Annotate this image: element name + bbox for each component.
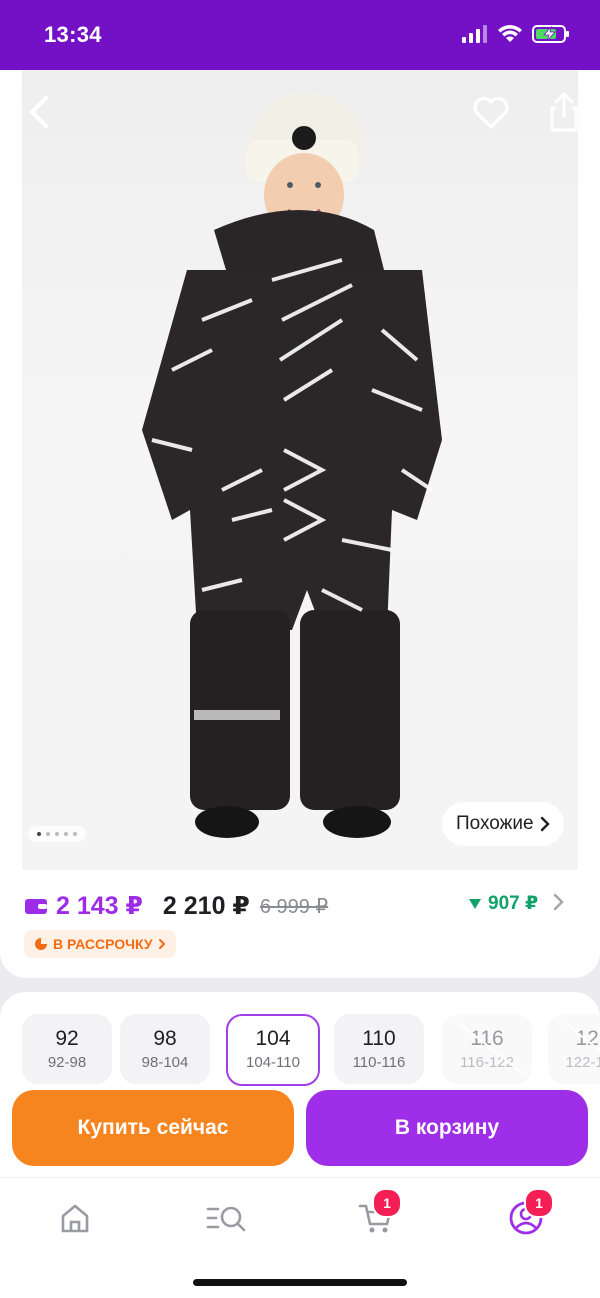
heart-icon[interactable] — [470, 92, 512, 134]
pagination-dot — [64, 832, 68, 836]
similar-button[interactable]: Похожие — [442, 802, 564, 846]
pagination-dot — [37, 832, 41, 836]
triangle-down-icon — [469, 898, 481, 909]
size-value: 110 — [362, 1027, 396, 1050]
status-icons — [462, 24, 570, 44]
product-image — [142, 93, 442, 838]
size-value: 104 — [255, 1027, 291, 1050]
home-indicator — [193, 1279, 407, 1286]
size-value: 98 — [153, 1027, 177, 1050]
buy-now-button[interactable]: Купить сейчас — [12, 1090, 294, 1166]
wallet-icon — [25, 899, 47, 914]
profile-badge: 1 — [524, 1188, 554, 1218]
size-option-unavailable[interactable]: 116 116-122 — [442, 1014, 532, 1084]
chevron-right-icon — [540, 816, 550, 832]
size-option-selected[interactable]: 104 104-110 — [226, 1014, 320, 1086]
pie-chart-icon — [35, 938, 47, 950]
size-value: 92 — [55, 1027, 79, 1050]
chevron-right-icon — [158, 939, 165, 949]
signal-icon — [462, 25, 487, 43]
size-range: 110-116 — [352, 1054, 406, 1071]
size-option-unavailable[interactable]: 122 122-128 — [548, 1014, 600, 1084]
size-range: 104-110 — [246, 1054, 300, 1071]
price: 2 210 ₽ — [162, 892, 250, 920]
size-option[interactable]: 92 92-98 — [22, 1014, 112, 1084]
pagination-dot — [55, 832, 59, 836]
add-to-cart-button[interactable]: В корзину — [306, 1090, 588, 1166]
size-range: 98-104 — [141, 1054, 189, 1071]
wifi-icon — [498, 25, 522, 42]
installment-badge[interactable]: В РАССРОЧКУ — [24, 930, 176, 958]
status-bar: 13:34 — [0, 0, 600, 70]
product-photo[interactable] — [22, 70, 578, 870]
product-card: Похожие 2 143 ₽ 2 210 ₽ 6 999 ₽ 907 ₽ В … — [0, 70, 600, 978]
pagination-dot — [73, 832, 77, 836]
size-option[interactable]: 110 110-116 — [334, 1014, 424, 1084]
discount-button[interactable]: 907 ₽ — [468, 892, 538, 915]
chevron-right-icon[interactable] — [552, 892, 566, 912]
home-icon[interactable] — [55, 1198, 95, 1238]
cart-badge: 1 — [372, 1188, 402, 1218]
status-time: 13:34 — [44, 22, 102, 47]
size-option[interactable]: 98 98-104 — [120, 1014, 210, 1084]
share-icon[interactable] — [544, 90, 584, 134]
old-price: 6 999 ₽ — [259, 895, 329, 918]
similar-label: Похожие — [456, 813, 534, 834]
catalog-search-icon[interactable] — [205, 1198, 249, 1238]
profile-tab[interactable]: 1 — [506, 1188, 554, 1238]
battery-charging-icon — [532, 25, 569, 43]
price-row: 2 143 ₽ 2 210 ₽ 6 999 ₽ — [24, 888, 328, 924]
cart-tab[interactable]: 1 — [356, 1188, 402, 1238]
discount-amount: 907 ₽ — [488, 893, 539, 914]
installment-label: В РАССРОЧКУ — [53, 936, 153, 952]
wallet-price: 2 143 ₽ — [56, 892, 143, 920]
size-range: 92-98 — [47, 1054, 87, 1071]
size-range: 122-128 — [565, 1054, 600, 1071]
back-icon[interactable] — [22, 92, 62, 132]
size-value: 116 — [470, 1027, 504, 1050]
pagination-dot — [46, 832, 50, 836]
size-selector: 92 92-98 98 98-104 104 104-110 110 110-1… — [22, 1014, 600, 1086]
photo-pagination — [28, 826, 86, 842]
